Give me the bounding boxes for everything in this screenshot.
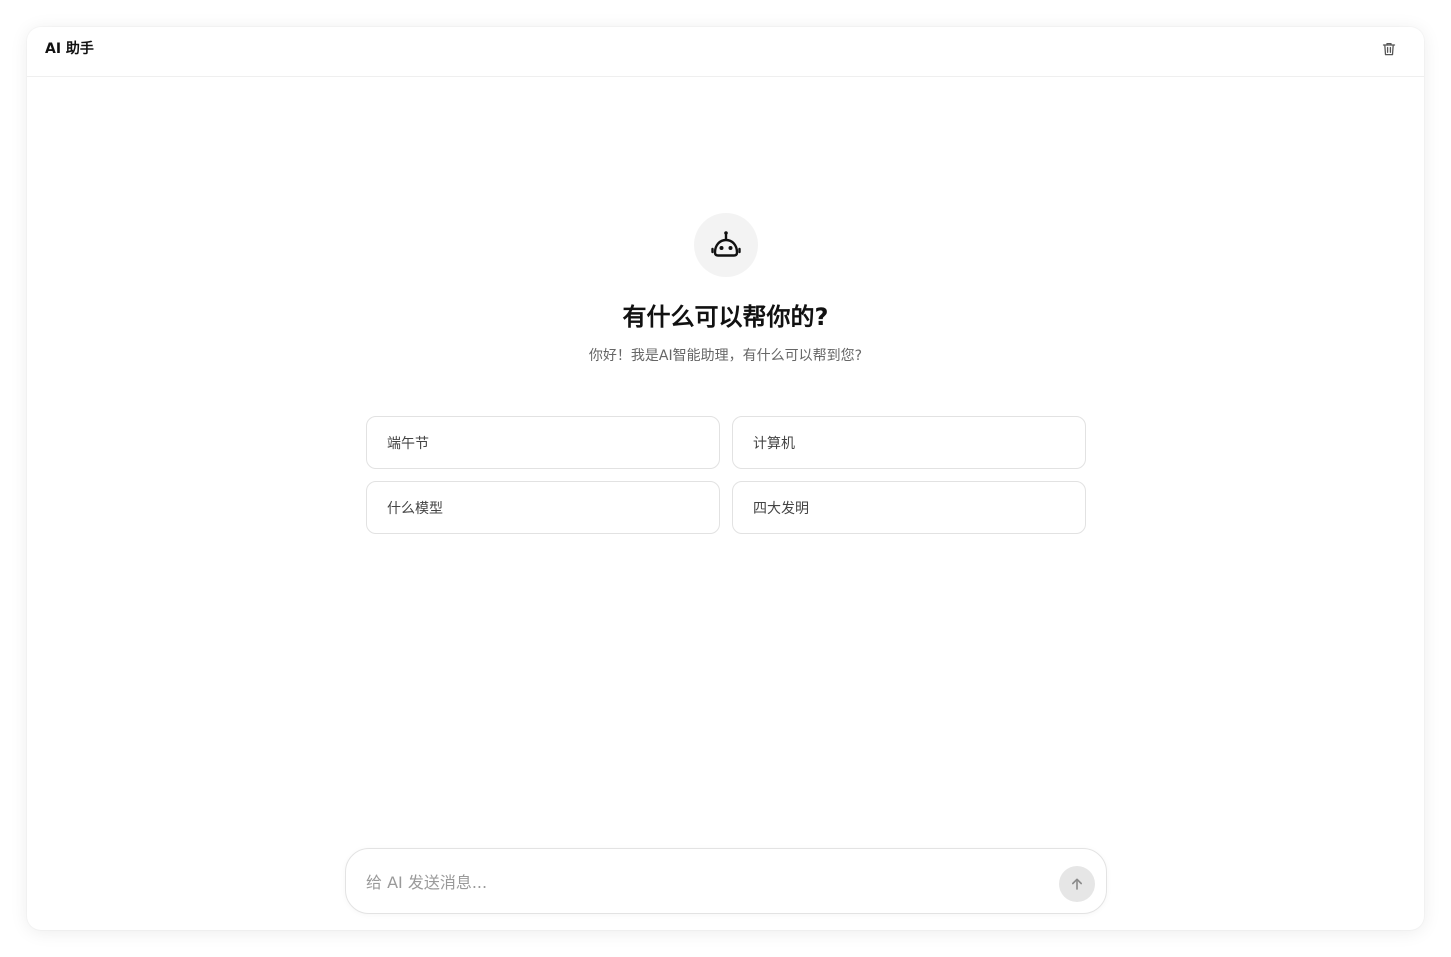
assistant-avatar <box>694 213 758 277</box>
suggestion-card[interactable]: 端午节 <box>366 416 720 469</box>
message-input[interactable] <box>366 870 1026 894</box>
suggestion-card[interactable]: 什么模型 <box>366 481 720 534</box>
suggestion-card[interactable]: 四大发明 <box>732 481 1086 534</box>
arrow-up-icon <box>1072 878 1082 890</box>
robot-icon <box>711 231 741 257</box>
welcome-subline: 你好！我是AI智能助理，有什么可以帮到您? <box>588 348 863 364</box>
send-button[interactable] <box>1059 866 1095 902</box>
app-title: AI 助手 <box>45 41 94 57</box>
suggestion-card[interactable]: 计算机 <box>732 416 1086 469</box>
trash-icon <box>1382 42 1396 56</box>
suggestion-grid: 端午节 计算机 什么模型 四大发明 <box>366 416 1086 534</box>
chat-window: AI 助手 有什么可以帮你的? 你好！我是AI智能助理，有什么可以帮到您? 端午… <box>27 27 1424 930</box>
clear-chat-button[interactable] <box>1376 36 1402 62</box>
header-bar: AI 助手 <box>27 27 1424 77</box>
welcome-headline: 有什么可以帮你的? <box>622 303 829 331</box>
message-composer <box>345 848 1107 914</box>
